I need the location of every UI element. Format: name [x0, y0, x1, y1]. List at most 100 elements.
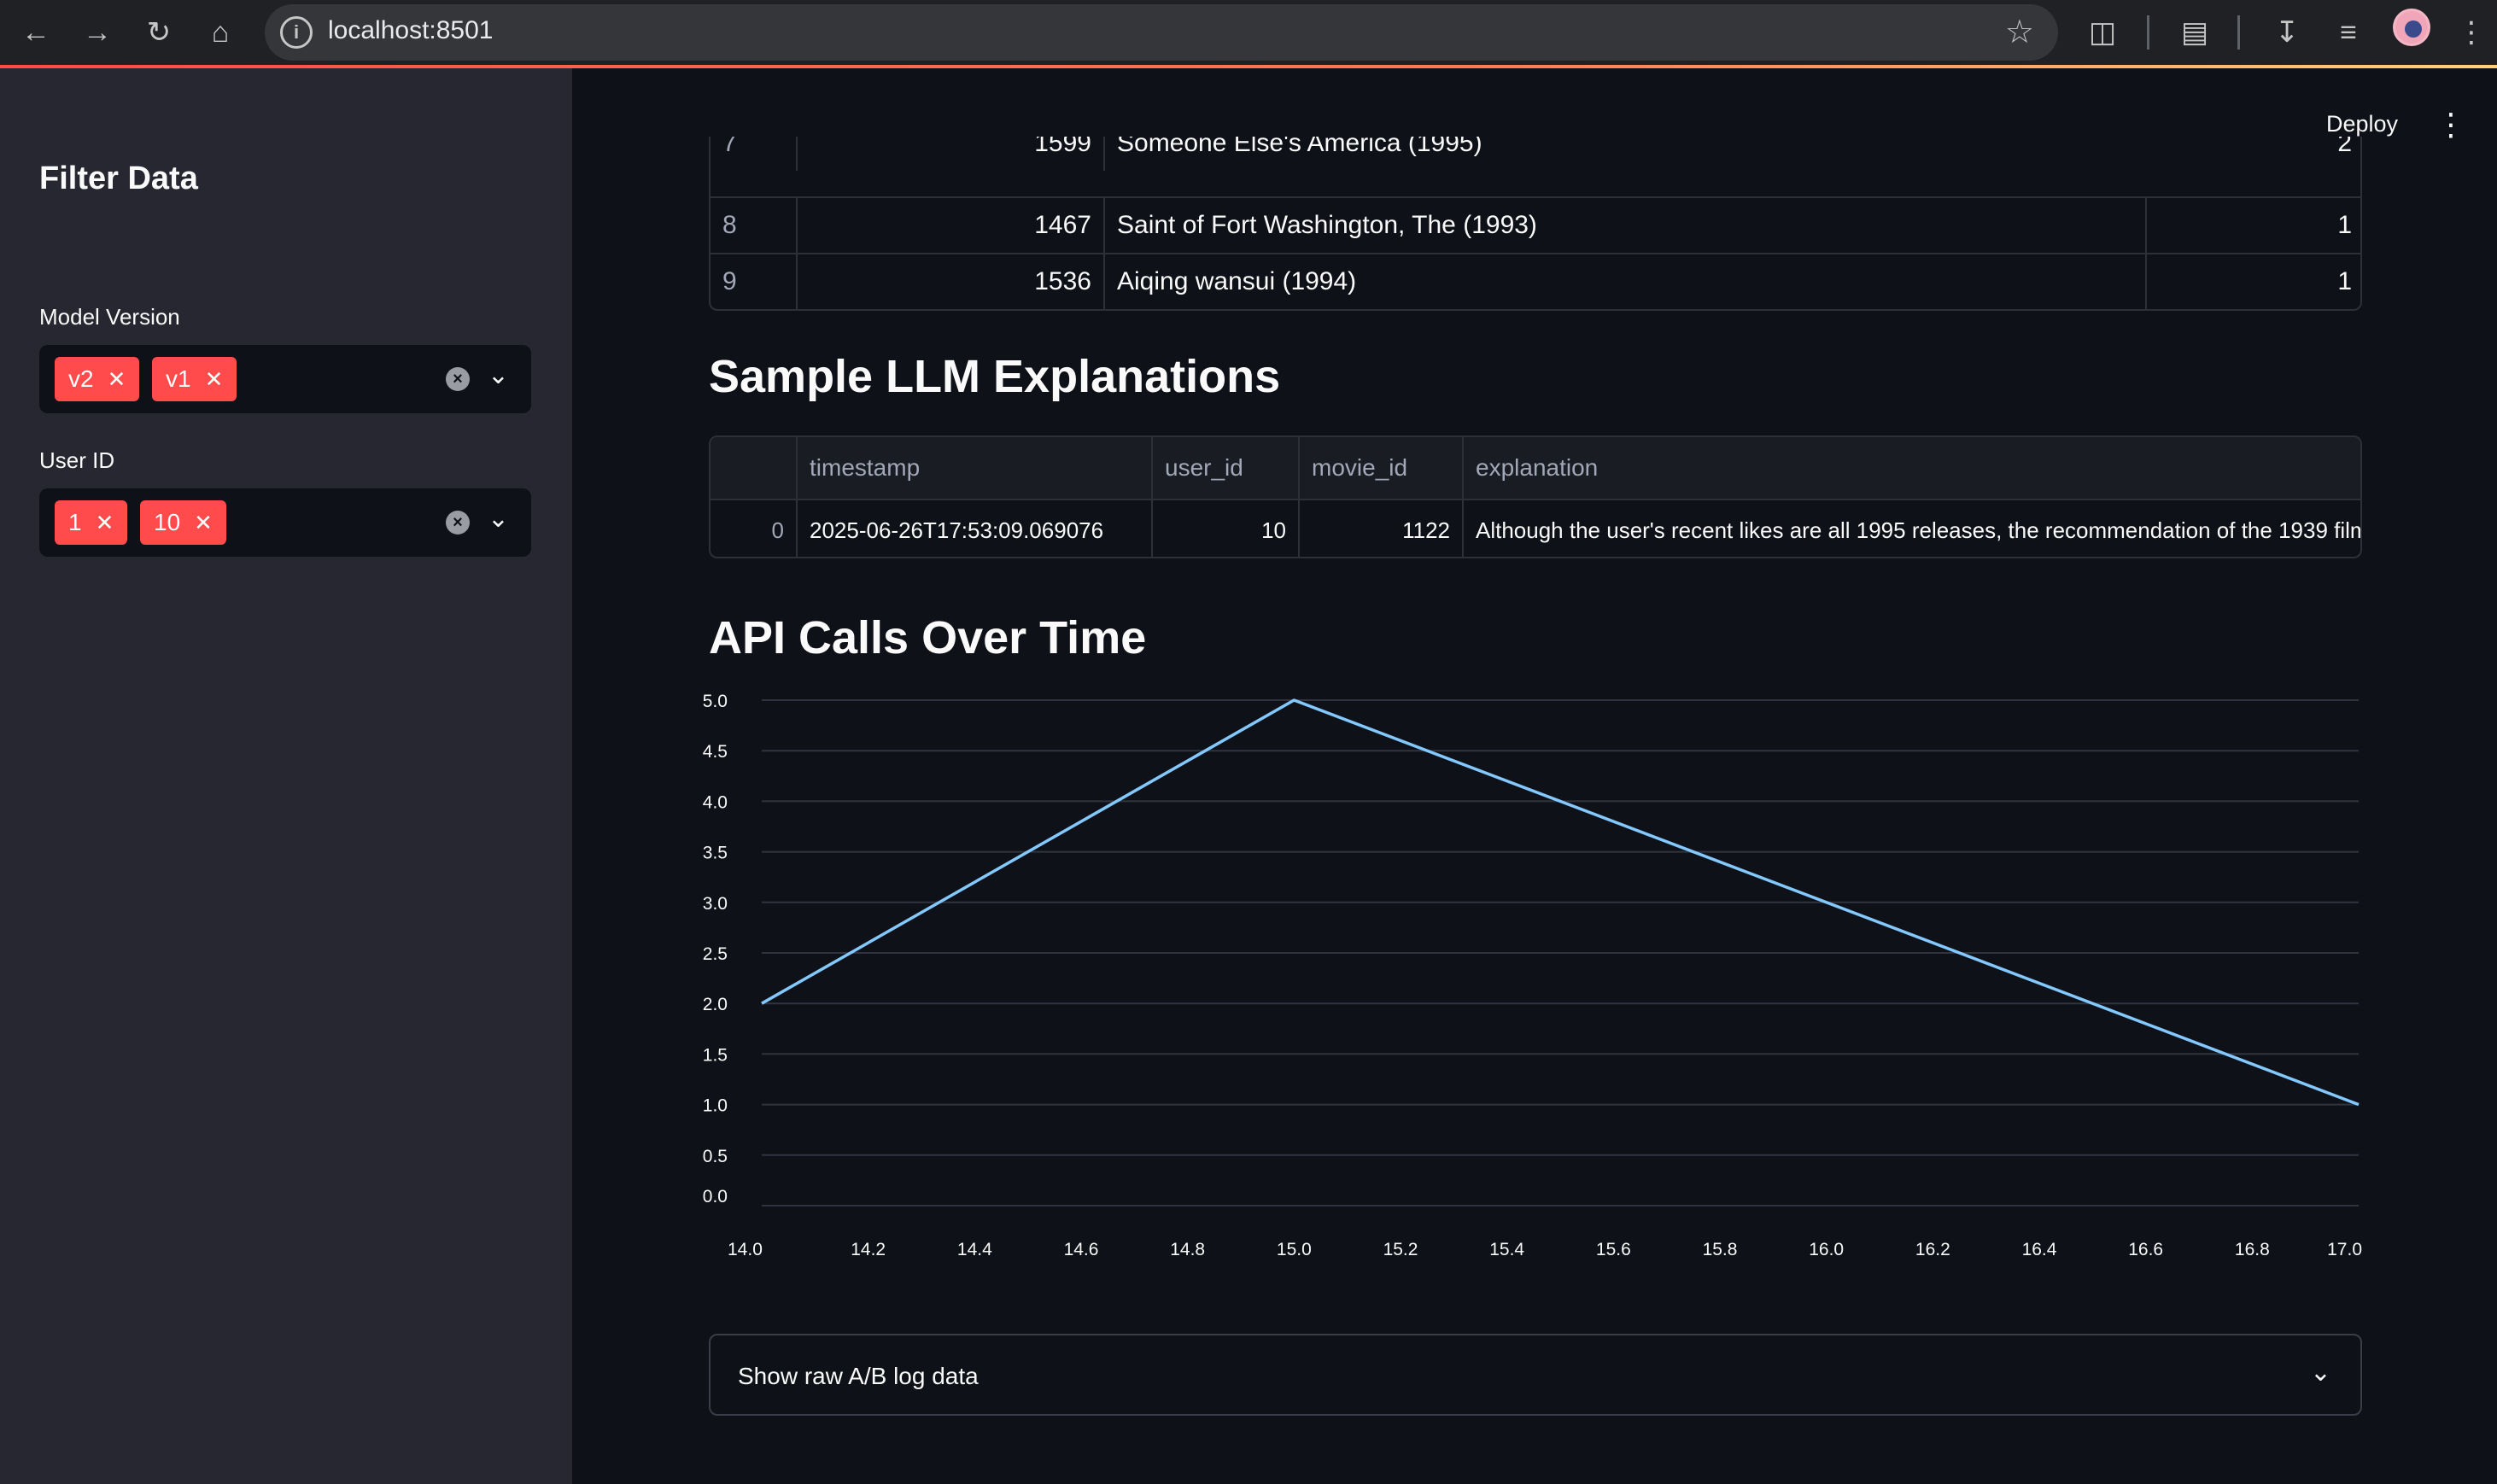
model-version-multiselect[interactable]: v2 ✕ v1 ✕ × ⌄	[39, 345, 531, 413]
y-tick-label: 0.0	[703, 1187, 728, 1206]
movie-id-cell: 1467	[798, 198, 1105, 253]
title-cell: Aiqing wansui (1994)	[1105, 254, 2147, 309]
address-bar[interactable]: i localhost:8501 ☆	[265, 4, 2058, 61]
url-text[interactable]: localhost:8501	[328, 16, 493, 45]
y-tick-label: 3.0	[703, 894, 728, 914]
x-tick-label: 14.2	[851, 1240, 886, 1259]
x-tick-label: 16.0	[1809, 1240, 1844, 1259]
count-cell: 2	[2337, 137, 2352, 157]
x-tick-label: 15.8	[1703, 1240, 1738, 1259]
chip-label: v2	[68, 365, 94, 392]
x-tick-label: 16.8	[2235, 1240, 2270, 1259]
back-icon[interactable]: ←	[12, 9, 60, 56]
column-header[interactable]: movie_id	[1300, 437, 1464, 499]
remove-chip-icon[interactable]: ✕	[96, 510, 114, 536]
chip-model-v2[interactable]: v2 ✕	[55, 357, 140, 401]
row-index: 7	[711, 137, 798, 171]
row-index: 8	[711, 198, 798, 253]
count-cell: 1	[2337, 267, 2352, 295]
x-tick-label: 14.8	[1170, 1240, 1205, 1259]
clear-all-icon[interactable]: ×	[446, 367, 470, 391]
chip-label: 1	[68, 509, 82, 535]
x-tick-label: 15.0	[1277, 1240, 1312, 1259]
explanation-cell: Although the user's recent likes are all…	[1476, 517, 2362, 543]
y-tick-label: 1.5	[703, 1045, 728, 1065]
table-row[interactable]: 0 2025-06-26T17:53:09.069076 10 1122 Alt…	[711, 499, 2362, 557]
chevron-down-icon[interactable]: ⌄	[488, 360, 509, 390]
column-header[interactable]: user_id	[1153, 437, 1300, 499]
user-id-label: User ID	[39, 447, 115, 473]
chip-user-10[interactable]: 10 ✕	[140, 500, 226, 545]
site-info-icon[interactable]: i	[280, 16, 313, 49]
browser-menu-icon[interactable]: ⋮	[2447, 9, 2495, 56]
movie-id-cell: 1122	[1300, 500, 1464, 557]
y-tick-label: 0.5	[703, 1147, 728, 1166]
sidebar-title: Filter Data	[39, 161, 198, 196]
profile-avatar[interactable]	[2393, 9, 2430, 46]
chip-label: 10	[154, 509, 181, 535]
toolbar-divider	[2237, 15, 2240, 50]
raw-log-expander[interactable]: Show raw A/B log data ⌄	[709, 1334, 2362, 1416]
model-version-label: Model Version	[39, 304, 180, 330]
explanations-heading: Sample LLM Explanations	[709, 351, 1281, 402]
reload-icon[interactable]: ↻	[135, 9, 183, 56]
y-tick-label: 5.0	[703, 692, 728, 711]
y-tick-label: 2.0	[703, 995, 728, 1014]
remove-chip-icon[interactable]: ✕	[108, 366, 126, 393]
explanations-table[interactable]: timestamp user_id movie_id explanation 0…	[709, 435, 2362, 558]
forward-icon[interactable]: →	[73, 9, 121, 56]
timestamp-cell: 2025-06-26T17:53:09.069076	[798, 500, 1153, 557]
row-index: 9	[711, 254, 798, 309]
x-tick-label: 15.6	[1596, 1240, 1631, 1259]
remove-chip-icon[interactable]: ✕	[194, 510, 213, 536]
row-index: 0	[711, 500, 798, 557]
chevron-down-icon[interactable]: ⌄	[488, 504, 509, 534]
chevron-down-icon[interactable]: ⌄	[2310, 1358, 2331, 1388]
sidebar	[0, 68, 572, 1484]
api-calls-line-chart[interactable]: 0.0 0.5 1.0 1.5 2.0 2.5 3.0 3.5 4.0 4.5 5.0 14.0 14.…	[700, 683, 2374, 1281]
x-tick-label: 14.0	[728, 1240, 763, 1259]
clear-all-icon[interactable]: ×	[446, 511, 470, 535]
chip-label: v1	[166, 365, 191, 392]
deploy-button[interactable]: Deploy	[2326, 111, 2398, 137]
x-tick-label: 16.4	[2022, 1240, 2057, 1259]
remove-chip-icon[interactable]: ✕	[205, 366, 224, 393]
chip-model-v1[interactable]: v1 ✕	[152, 357, 237, 401]
table-row[interactable]: 9 1536 Aiqing wansui (1994) 1	[711, 253, 2360, 309]
api-calls-heading: API Calls Over Time	[709, 612, 1147, 663]
x-tick-label: 16.2	[1915, 1240, 1950, 1259]
y-tick-label: 2.5	[703, 944, 728, 964]
top-recommendations-table[interactable]: 7 1599 Someone Else's America (1995) 2 8…	[709, 137, 2362, 311]
expander-label: Show raw A/B log data	[738, 1363, 979, 1389]
y-tick-label: 4.0	[703, 792, 728, 812]
x-tick-label: 14.4	[957, 1240, 992, 1259]
table-row[interactable]: 8 1467 Saint of Fort Washington, The (19…	[711, 196, 2360, 253]
index-header	[711, 437, 798, 499]
table-row[interactable]: 7 1599 Someone Else's America (1995) 2	[711, 137, 2360, 171]
x-tick-label: 16.6	[2128, 1240, 2163, 1259]
extensions-icon[interactable]: ◫	[2079, 9, 2126, 56]
download-icon[interactable]: ↧	[2263, 9, 2311, 56]
toolbar-divider	[2147, 15, 2149, 50]
bookmark-star-icon[interactable]: ☆	[2005, 13, 2034, 51]
column-header[interactable]: explanation	[1464, 437, 2360, 499]
count-cell: 1	[2337, 211, 2352, 239]
column-header[interactable]: timestamp	[798, 437, 1153, 499]
y-tick-label: 3.5	[703, 844, 728, 863]
media-queue-icon[interactable]: ≡	[2324, 9, 2372, 56]
user-id-cell: 10	[1153, 500, 1300, 557]
y-tick-label: 1.0	[703, 1096, 728, 1116]
x-tick-label: 17.0	[2327, 1240, 2362, 1259]
movie-id-cell: 1536	[798, 254, 1105, 309]
chip-user-1[interactable]: 1 ✕	[55, 500, 128, 545]
x-tick-label: 14.6	[1064, 1240, 1099, 1259]
y-tick-label: 4.5	[703, 742, 728, 762]
movie-id-cell: 1599	[798, 137, 1105, 171]
title-cell: Saint of Fort Washington, The (1993)	[1105, 198, 2147, 253]
x-tick-label: 15.4	[1489, 1240, 1524, 1259]
home-icon[interactable]: ⌂	[196, 9, 244, 56]
cast-search-icon[interactable]: ▤	[2171, 9, 2219, 56]
user-id-multiselect[interactable]: 1 ✕ 10 ✕ × ⌄	[39, 488, 531, 557]
app-menu-icon[interactable]: ⋮	[2436, 109, 2466, 140]
table-header-row: timestamp user_id movie_id explanation	[711, 437, 2360, 499]
